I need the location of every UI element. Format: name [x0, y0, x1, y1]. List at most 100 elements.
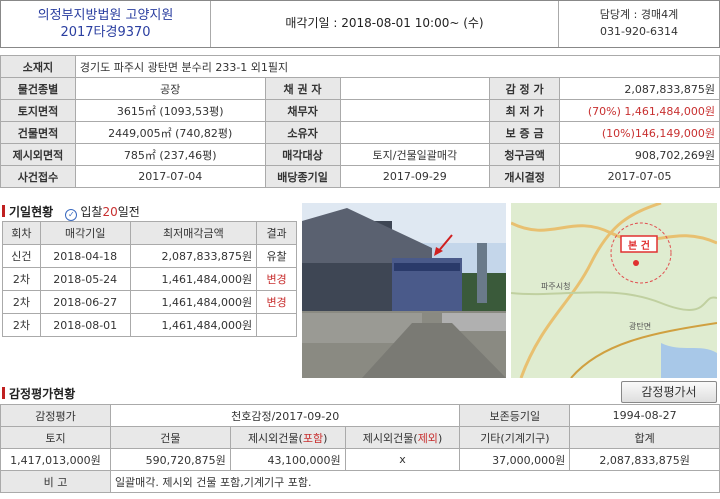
sale-date: 2018-05-24 — [39, 267, 131, 291]
result — [256, 313, 297, 337]
info-label: 배당종기일 — [264, 165, 341, 188]
info-value: 공장 — [74, 77, 266, 100]
map-place-label: 광탄면 — [629, 322, 652, 331]
col-header: 합계 — [569, 426, 720, 449]
extra-building-excluded: x — [344, 448, 461, 471]
appraisal-report-button[interactable]: 감정평가서 — [621, 381, 717, 403]
extra-building-included: 43,100,000원 — [229, 448, 346, 471]
map-marker-label: 본 건 — [628, 241, 650, 252]
map-place-label: 파주시청 — [541, 282, 571, 291]
excluded-flag: 제외 — [417, 431, 438, 445]
appraiser-value: 천호감정/2017-09-20 — [109, 404, 461, 427]
col-header: 건물 — [109, 426, 231, 449]
history-row: 2차 2018-06-27 1,461,484,000원 변경 — [2, 290, 297, 314]
info-label: 채무자 — [264, 99, 341, 122]
info-value — [339, 121, 491, 144]
info-value: 2449,005㎡ (740,82평) — [74, 121, 266, 144]
history-row: 2차 2018-08-01 1,461,484,000원 — [2, 313, 297, 337]
note-value: 일괄매각. 제시외 건물 포함,기계기구 포함. — [109, 470, 720, 493]
info-value — [339, 99, 491, 122]
appraisal-value-row: 1,417,013,000원 590,720,875원 43,100,000원 … — [0, 448, 720, 471]
min-price: 2,087,833,875원 — [129, 244, 258, 268]
info-label: 채 권 자 — [264, 77, 341, 100]
round: 2차 — [2, 290, 41, 314]
info-label: 매각대상 — [264, 143, 341, 166]
info-label: 보 증 금 — [489, 121, 561, 144]
bid-days-remaining: 20 — [102, 205, 118, 219]
address-value: 경기도 파주시 광탄면 분수리 233-1 외1필지 — [74, 55, 720, 78]
min-price: 1,461,484,000원 — [129, 290, 258, 314]
info-label: 토지면적 — [0, 99, 76, 122]
info-label: 청구금액 — [489, 143, 561, 166]
claim-amount: 908,702,269원 — [559, 143, 720, 166]
result: 변경 — [256, 267, 297, 291]
col-header: 결과 — [256, 221, 297, 245]
registry-date-value: 1994-08-27 — [569, 404, 720, 427]
info-label: 감 정 가 — [489, 77, 561, 100]
appraisal-header-row: 토지 건물 제시외건물(포함) 제시외건물(제외) 기타(기계기구) 합계 — [0, 426, 720, 449]
result: 변경 — [256, 290, 297, 314]
court-name: 의정부지방법원 고양지원 — [37, 8, 174, 23]
appraisal-table: 감정평가 천호감정/2017-09-20 보존등기일 1994-08-27 토지… — [0, 404, 720, 493]
info-value: 785㎡ (237,46평) — [74, 143, 266, 166]
address-label: 소재지 — [0, 55, 76, 78]
section-marker — [2, 205, 5, 217]
info-label: 소유자 — [264, 121, 341, 144]
appraisal-meta-row: 감정평가 천호감정/2017-09-20 보존등기일 1994-08-27 — [0, 404, 720, 427]
deposit-value: (10%)146,149,000원 — [559, 121, 720, 144]
building-value: 590,720,875원 — [109, 448, 231, 471]
info-row: 제시외면적 785㎡ (237,46평) 매각대상 토지/건물일괄매각 청구금액… — [0, 143, 720, 166]
land-value: 1,417,013,000원 — [0, 448, 111, 471]
info-label: 물건종별 — [0, 77, 76, 100]
info-value: 2017-09-29 — [339, 165, 491, 188]
info-value — [339, 77, 491, 100]
col-header: 회차 — [2, 221, 41, 245]
info-label: 사건접수 — [0, 165, 76, 188]
machinery-value: 37,000,000원 — [459, 448, 571, 471]
info-value: 2017-07-05 — [559, 165, 720, 188]
sale-date: 2018-04-18 — [39, 244, 131, 268]
sale-date: 2018-06-27 — [39, 290, 131, 314]
bid-note-prefix: 입찰 — [80, 205, 103, 219]
col-header: 제시외건물(포함) — [229, 426, 346, 449]
property-info-table: 소재지 경기도 파주시 광탄면 분수리 233-1 외1필지 물건종별 공장 채… — [0, 55, 720, 188]
info-row: 사건접수 2017-07-04 배당종기일 2017-09-29 개시결정 20… — [0, 165, 720, 188]
total-value: 2,087,833,875원 — [569, 448, 720, 471]
minimum-price: (70%) 1,461,484,000원 — [559, 99, 720, 122]
registry-date-label: 보존등기일 — [459, 404, 571, 427]
case-header: 의정부지방법원 고양지원 2017타경9370 매각기일 : 2018-08-0… — [0, 0, 720, 48]
included-flag: 포함 — [302, 431, 324, 445]
court-info: 의정부지방법원 고양지원 2017타경9370 — [1, 1, 211, 47]
col-header: 매각기일 — [39, 221, 131, 245]
info-label: 개시결정 — [489, 165, 561, 188]
history-header-row: 회차 매각기일 최저매각금액 결과 — [2, 221, 297, 245]
info-row: 토지면적 3615㎡ (1093,53평) 채무자 최 저 가 (70%) 1,… — [0, 99, 720, 122]
info-row: 물건종별 공장 채 권 자 감 정 가 2,087,833,875원 — [0, 77, 720, 100]
round: 신건 — [2, 244, 41, 268]
contact-info: 담당계 : 경매4계 031-920-6314 — [559, 1, 719, 47]
info-row: 건물면적 2449,005㎡ (740,82평) 소유자 보 증 금 (10%)… — [0, 121, 720, 144]
col-header: 기타(기계기구) — [459, 426, 571, 449]
appraisal-label: 감정평가 — [0, 404, 111, 427]
history-row: 2차 2018-05-24 1,461,484,000원 변경 — [2, 267, 297, 291]
round: 2차 — [2, 313, 41, 337]
section-marker — [2, 387, 5, 399]
history-row: 신건 2018-04-18 2,087,833,875원 유찰 — [2, 244, 297, 268]
history-section-title: 기일현황 ✓ 입찰20일전 — [2, 203, 140, 221]
result: 유찰 — [256, 244, 297, 268]
col-header: 토지 — [0, 426, 111, 449]
auction-date: 매각기일 : 2018-08-01 10:00~ (수) — [211, 1, 559, 47]
round: 2차 — [2, 267, 41, 291]
info-value: 2017-07-04 — [74, 165, 266, 188]
note-row: 비 고 일괄매각. 제시외 건물 포함,기계기구 포함. — [0, 470, 720, 493]
address-row: 소재지 경기도 파주시 광탄면 분수리 233-1 외1필지 — [0, 55, 720, 78]
appraisal-section-title: 감정평가현황 — [2, 385, 75, 402]
min-price: 1,461,484,000원 — [129, 267, 258, 291]
info-label: 최 저 가 — [489, 99, 561, 122]
info-label: 건물면적 — [0, 121, 76, 144]
property-photo[interactable] — [302, 203, 506, 378]
note-label: 비 고 — [0, 470, 111, 493]
info-label: 제시외면적 — [0, 143, 76, 166]
check-circle-icon: ✓ — [65, 209, 78, 221]
location-map[interactable]: 본 건 파주시청 광탄면 — [511, 203, 717, 378]
